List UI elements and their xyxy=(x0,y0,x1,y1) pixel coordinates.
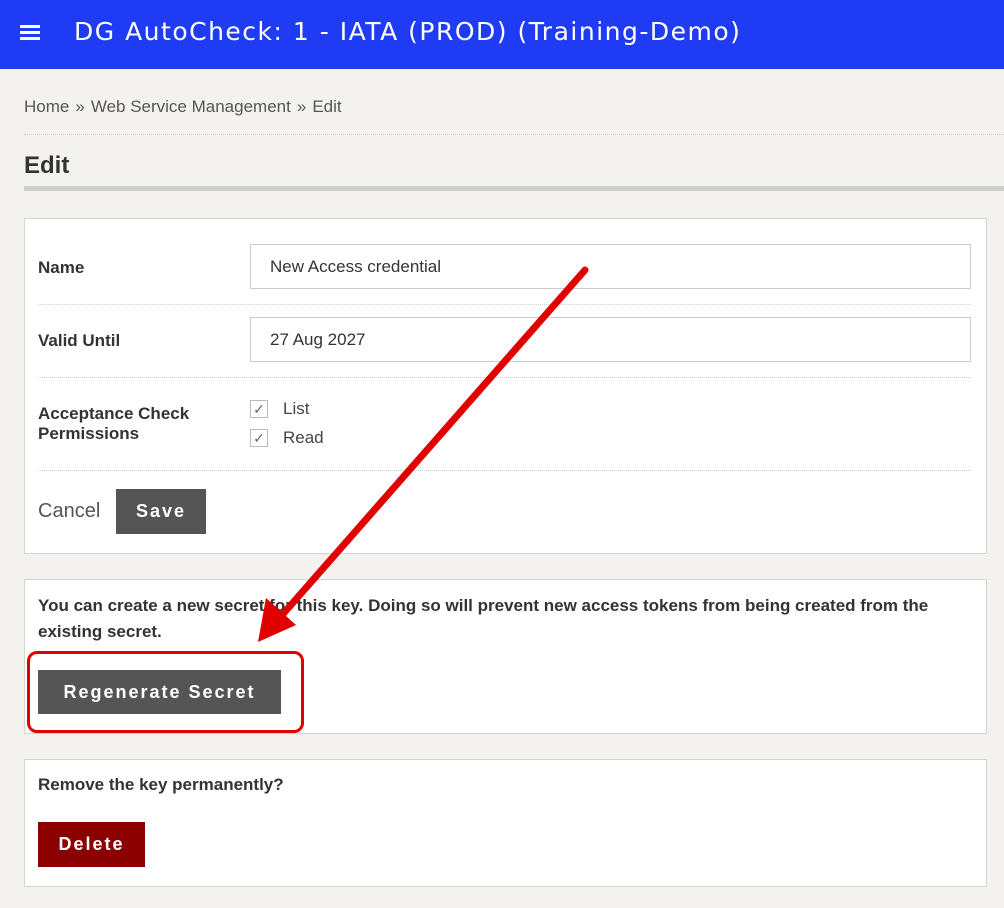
save-button[interactable]: Save xyxy=(116,489,206,534)
name-label: Name xyxy=(38,258,85,277)
regenerate-secret-button[interactable]: Regenerate Secret xyxy=(38,670,281,714)
row-divider xyxy=(38,377,971,378)
breadcrumb-web-service-management[interactable]: Web Service Management xyxy=(91,97,291,116)
read-permission-label: Read xyxy=(283,428,324,447)
app-header: DG AutoCheck: 1 - IATA (PROD) (Training-… xyxy=(0,0,1004,69)
breadcrumb: Home » Web Service Management » Edit xyxy=(24,97,342,117)
regenerate-secret-text-line2: existing secret. xyxy=(38,622,162,641)
delete-button[interactable]: Delete xyxy=(38,822,145,867)
regenerate-secret-text-line1: You can create a new secret for this key… xyxy=(38,596,929,615)
breadcrumb-home[interactable]: Home xyxy=(24,97,69,116)
regenerate-secret-description: You can create a new secret for this key… xyxy=(38,593,928,645)
checkmark-icon: ✓ xyxy=(253,400,265,417)
edit-form-panel: Name Valid Until Acceptance Check Permis… xyxy=(24,218,987,554)
list-permission-checkbox[interactable]: ✓ xyxy=(250,400,268,418)
permissions-label: Acceptance Check Permissions xyxy=(38,404,189,444)
breadcrumb-current: Edit xyxy=(312,97,342,116)
remove-key-panel: Remove the key permanently? Delete xyxy=(24,759,987,887)
hamburger-menu-icon[interactable] xyxy=(20,25,40,41)
permission-read-row: ✓ Read xyxy=(250,427,324,449)
row-divider xyxy=(38,304,971,305)
title-underline xyxy=(24,186,1004,191)
app-title: DG AutoCheck: 1 - IATA (PROD) (Training-… xyxy=(74,17,742,46)
row-divider xyxy=(38,470,971,471)
permissions-label-line2: Permissions xyxy=(38,424,140,443)
remove-key-text: Remove the key permanently? xyxy=(38,775,284,794)
breadcrumb-separator: » xyxy=(296,97,307,116)
list-permission-label: List xyxy=(283,399,310,418)
name-input[interactable] xyxy=(250,244,971,289)
permission-list-row: ✓ List xyxy=(250,398,309,420)
read-permission-checkbox[interactable]: ✓ xyxy=(250,429,268,447)
valid-until-label: Valid Until xyxy=(38,331,121,350)
valid-until-input[interactable] xyxy=(250,317,971,362)
cancel-link[interactable]: Cancel xyxy=(38,500,100,523)
breadcrumb-separator: » xyxy=(75,97,85,116)
checkmark-icon: ✓ xyxy=(253,429,265,446)
permissions-label-line1: Acceptance Check xyxy=(38,404,190,423)
regenerate-secret-panel: You can create a new secret for this key… xyxy=(24,579,987,734)
breadcrumb-divider xyxy=(24,134,1004,135)
page-title: Edit xyxy=(24,152,70,179)
